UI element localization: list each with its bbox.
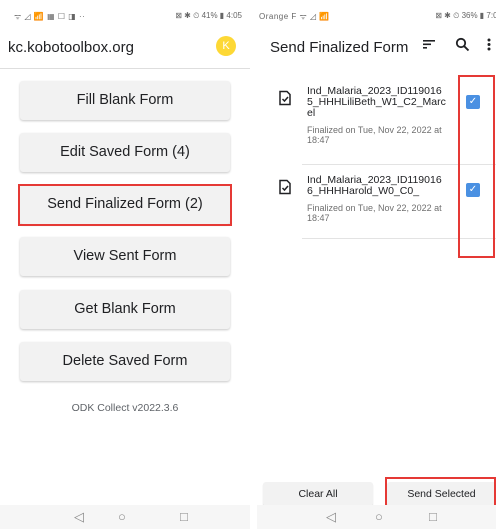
status-bar: ᯤ ◿ 📶 ▦ ☐ ◨ ·· ⊠ ✱ ⏲ 41% ▮ 4:05: [0, 0, 250, 28]
status-icons: Orange F ᯤ ◿ 📶: [259, 12, 330, 21]
search-icon[interactable]: [455, 37, 470, 56]
highlight-checkboxes: [458, 75, 495, 258]
status-battery-time: ⊠ ✱ ⏲ 36% ▮ 7:00: [435, 11, 496, 20]
recents-icon[interactable]: □: [180, 509, 188, 524]
home-icon[interactable]: ○: [375, 509, 383, 524]
avatar[interactable]: K: [216, 36, 236, 56]
clear-all-button[interactable]: Clear All: [263, 482, 373, 506]
page-title: Send Finalized Form: [270, 39, 409, 56]
more-vert-icon[interactable]: [486, 37, 492, 56]
back-icon[interactable]: ◁: [74, 509, 84, 525]
app-bar: Send Finalized Form: [257, 28, 496, 68]
nav-bar: ◁ ○ □: [257, 505, 496, 529]
form-name: Ind_Malaria_2023_ID1190165_HHHLiliBeth_W…: [307, 85, 446, 119]
form-status: Finalized on Tue, Nov 22, 2022 at 18:47: [307, 203, 442, 223]
status-bar: Orange F ᯤ ◿ 📶 ⊠ ✱ ⏲ 36% ▮ 7:00: [257, 0, 496, 28]
document-check-icon: [277, 90, 293, 106]
nav-bar: ◁ ○ □: [0, 505, 250, 529]
home-icon[interactable]: ○: [118, 509, 126, 524]
highlight-send-finalized: [18, 184, 232, 226]
send-finalized-screen: Orange F ᯤ ◿ 📶 ⊠ ✱ ⏲ 36% ▮ 7:00 Send Fin…: [257, 0, 496, 529]
view-sent-form-button[interactable]: View Sent Form: [20, 237, 230, 276]
status-battery-time: ⊠ ✱ ⏲ 41% ▮ 4:05: [175, 11, 242, 20]
form-status: Finalized on Tue, Nov 22, 2022 at 18:47: [307, 125, 442, 145]
delete-saved-form-button[interactable]: Delete Saved Form: [20, 342, 230, 381]
back-icon[interactable]: ◁: [326, 509, 336, 525]
form-name: Ind_Malaria_2023_ID1190166_HHHHarold_W0_…: [307, 174, 442, 197]
server-title: kc.kobotoolbox.org: [8, 39, 134, 56]
get-blank-form-button[interactable]: Get Blank Form: [20, 290, 230, 329]
status-icons: ᯤ ◿ 📶 ▦ ☐ ◨ ··: [14, 12, 86, 21]
document-check-icon: [277, 179, 293, 195]
main-menu-screen: ᯤ ◿ 📶 ▦ ☐ ◨ ·· ⊠ ✱ ⏲ 41% ▮ 4:05 kc.kobot…: [0, 0, 250, 529]
sort-icon[interactable]: [422, 37, 436, 55]
fill-blank-form-button[interactable]: Fill Blank Form: [20, 81, 230, 120]
app-bar: kc.kobotoolbox.org K: [0, 28, 250, 69]
edit-saved-form-button[interactable]: Edit Saved Form (4): [20, 133, 230, 172]
app-version: ODK Collect v2022.3.6: [71, 402, 179, 414]
recents-icon[interactable]: □: [429, 509, 437, 524]
